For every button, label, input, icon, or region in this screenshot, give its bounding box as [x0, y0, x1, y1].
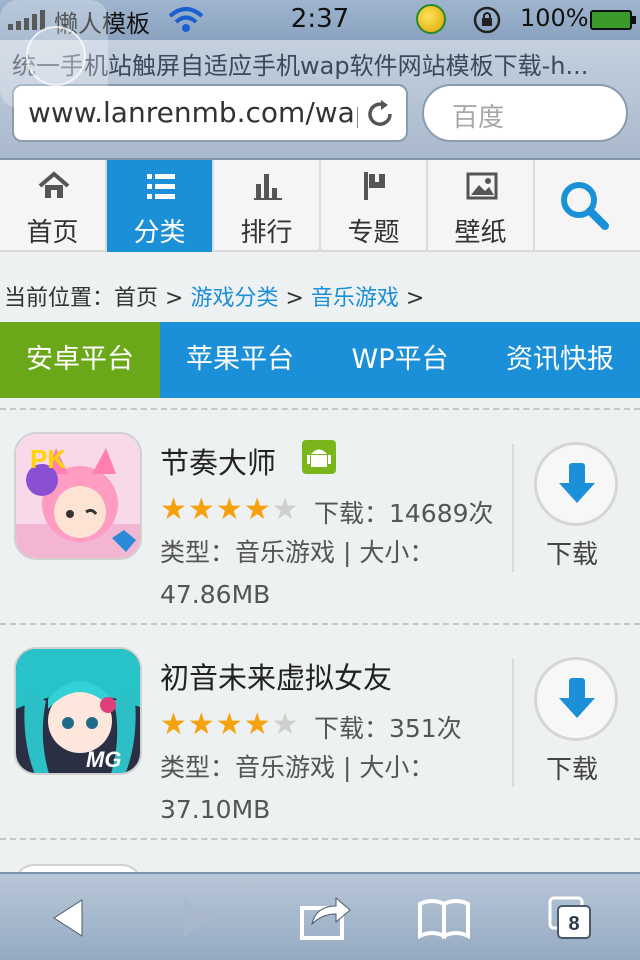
breadcrumb-separator: >: [405, 286, 425, 311]
reload-icon[interactable]: [364, 98, 396, 130]
security-app-icon: [416, 4, 446, 34]
star-icon: ★: [215, 707, 243, 742]
bookmarks-icon[interactable]: [414, 892, 474, 944]
star-icon: ★: [160, 707, 187, 742]
divider: [512, 659, 514, 787]
battery-percent: 100%: [520, 4, 589, 32]
app-thumbnail[interactable]: MG: [14, 647, 142, 775]
breadcrumb-prefix: 当前位置：首页 >: [4, 286, 184, 311]
bar-chart-icon: [254, 174, 282, 200]
list-icon: [147, 174, 175, 199]
nav-item-label: 排行: [240, 218, 293, 248]
tab-ios[interactable]: 苹果平台: [160, 322, 320, 398]
breadcrumb: 当前位置：首页 > 游戏分类 > 音乐游戏 >: [4, 280, 424, 312]
app-thumbnail[interactable]: PK: [14, 432, 142, 560]
app-meta: 类型：音乐游戏 | 大小：37.10MB: [160, 753, 435, 824]
search-icon: [561, 182, 609, 230]
nav-item-category[interactable]: 分类: [107, 160, 214, 252]
nav-item-label: 壁纸: [454, 218, 507, 248]
app-list: PK 节奏大师 ★ ★ ★ ★ ★ 下载：14689次 类型：音乐游戏 | 大小…: [0, 398, 640, 884]
rating-stars: ★ ★ ★ ★ ★: [160, 494, 300, 526]
nav-item-home[interactable]: 首页: [0, 160, 107, 252]
nav-item-wallpaper[interactable]: 壁纸: [428, 160, 535, 252]
back-icon[interactable]: [44, 892, 104, 944]
star-icon: ★: [187, 707, 215, 742]
download-label[interactable]: 下载: [546, 534, 598, 571]
star-icon: ★: [187, 492, 215, 527]
flag-icon: [364, 172, 385, 200]
nav-item-label: 分类: [133, 218, 186, 248]
download-button[interactable]: [534, 442, 618, 526]
app-name[interactable]: 节奏大师: [160, 440, 276, 482]
star-icon: ★: [215, 492, 243, 527]
app-name[interactable]: 初音未来虚拟女友: [160, 655, 392, 697]
search-field[interactable]: 百度: [422, 84, 628, 142]
app-meta: 类型：音乐游戏 | 大小：47.86MB: [160, 538, 435, 609]
breadcrumb-link-game-category[interactable]: 游戏分类: [190, 286, 278, 311]
platform-tabs: 安卓平台 苹果平台 WP平台 资讯快报: [0, 322, 640, 398]
battery-icon: [590, 10, 636, 30]
download-count: 下载：351次: [314, 714, 462, 743]
home-icon: [38, 171, 70, 198]
android-icon: [302, 440, 336, 474]
tabs-icon[interactable]: 8: [540, 892, 600, 944]
nav-item-topics[interactable]: 专题: [321, 160, 428, 252]
picture-icon: [466, 172, 498, 200]
svg-text:PK: PK: [30, 444, 66, 474]
tab-count: 8: [568, 913, 579, 935]
download-count: 下载：14689次: [314, 499, 494, 528]
forward-icon[interactable]: [162, 892, 222, 944]
download-arrow-icon: [559, 463, 595, 503]
tab-wp[interactable]: WP平台: [320, 322, 480, 398]
star-empty-icon: ★: [271, 492, 299, 527]
svg-text:MG: MG: [86, 747, 121, 772]
download-button[interactable]: [534, 657, 618, 741]
download-arrow-icon: [559, 678, 595, 718]
nav-item-ranking[interactable]: 排行: [214, 160, 321, 252]
star-icon: ★: [243, 707, 271, 742]
list-item[interactable]: PK 节奏大师 ★ ★ ★ ★ ★ 下载：14689次 类型：音乐游戏 | 大小…: [0, 410, 640, 625]
divider: [0, 398, 640, 410]
tab-news[interactable]: 资讯快报: [480, 322, 640, 398]
divider: [512, 444, 514, 572]
star-icon: ★: [160, 492, 187, 527]
breadcrumb-link-music-games[interactable]: 音乐游戏: [311, 286, 399, 311]
star-empty-icon: ★: [271, 707, 299, 742]
assistive-touch-button[interactable]: [0, 0, 108, 108]
star-icon: ★: [243, 492, 271, 527]
share-icon[interactable]: [296, 892, 356, 944]
main-nav: 首页 分类 排行 专题 壁纸: [0, 160, 640, 252]
rotation-lock-icon: [473, 6, 501, 34]
search-placeholder: 百度: [452, 103, 505, 133]
list-item[interactable]: MG 初音未来虚拟女友 ★ ★ ★ ★ ★ 下载：351次 类型：音乐游戏 | …: [0, 625, 640, 840]
nav-item-label: 专题: [347, 218, 400, 248]
tab-android[interactable]: 安卓平台: [0, 322, 160, 398]
breadcrumb-separator: >: [285, 286, 304, 311]
nav-item-label: 首页: [26, 218, 79, 248]
rating-stars: ★ ★ ★ ★ ★: [160, 709, 300, 741]
download-label[interactable]: 下载: [546, 749, 598, 786]
search-button[interactable]: [535, 160, 640, 252]
browser-toolbar: 8: [0, 872, 640, 960]
